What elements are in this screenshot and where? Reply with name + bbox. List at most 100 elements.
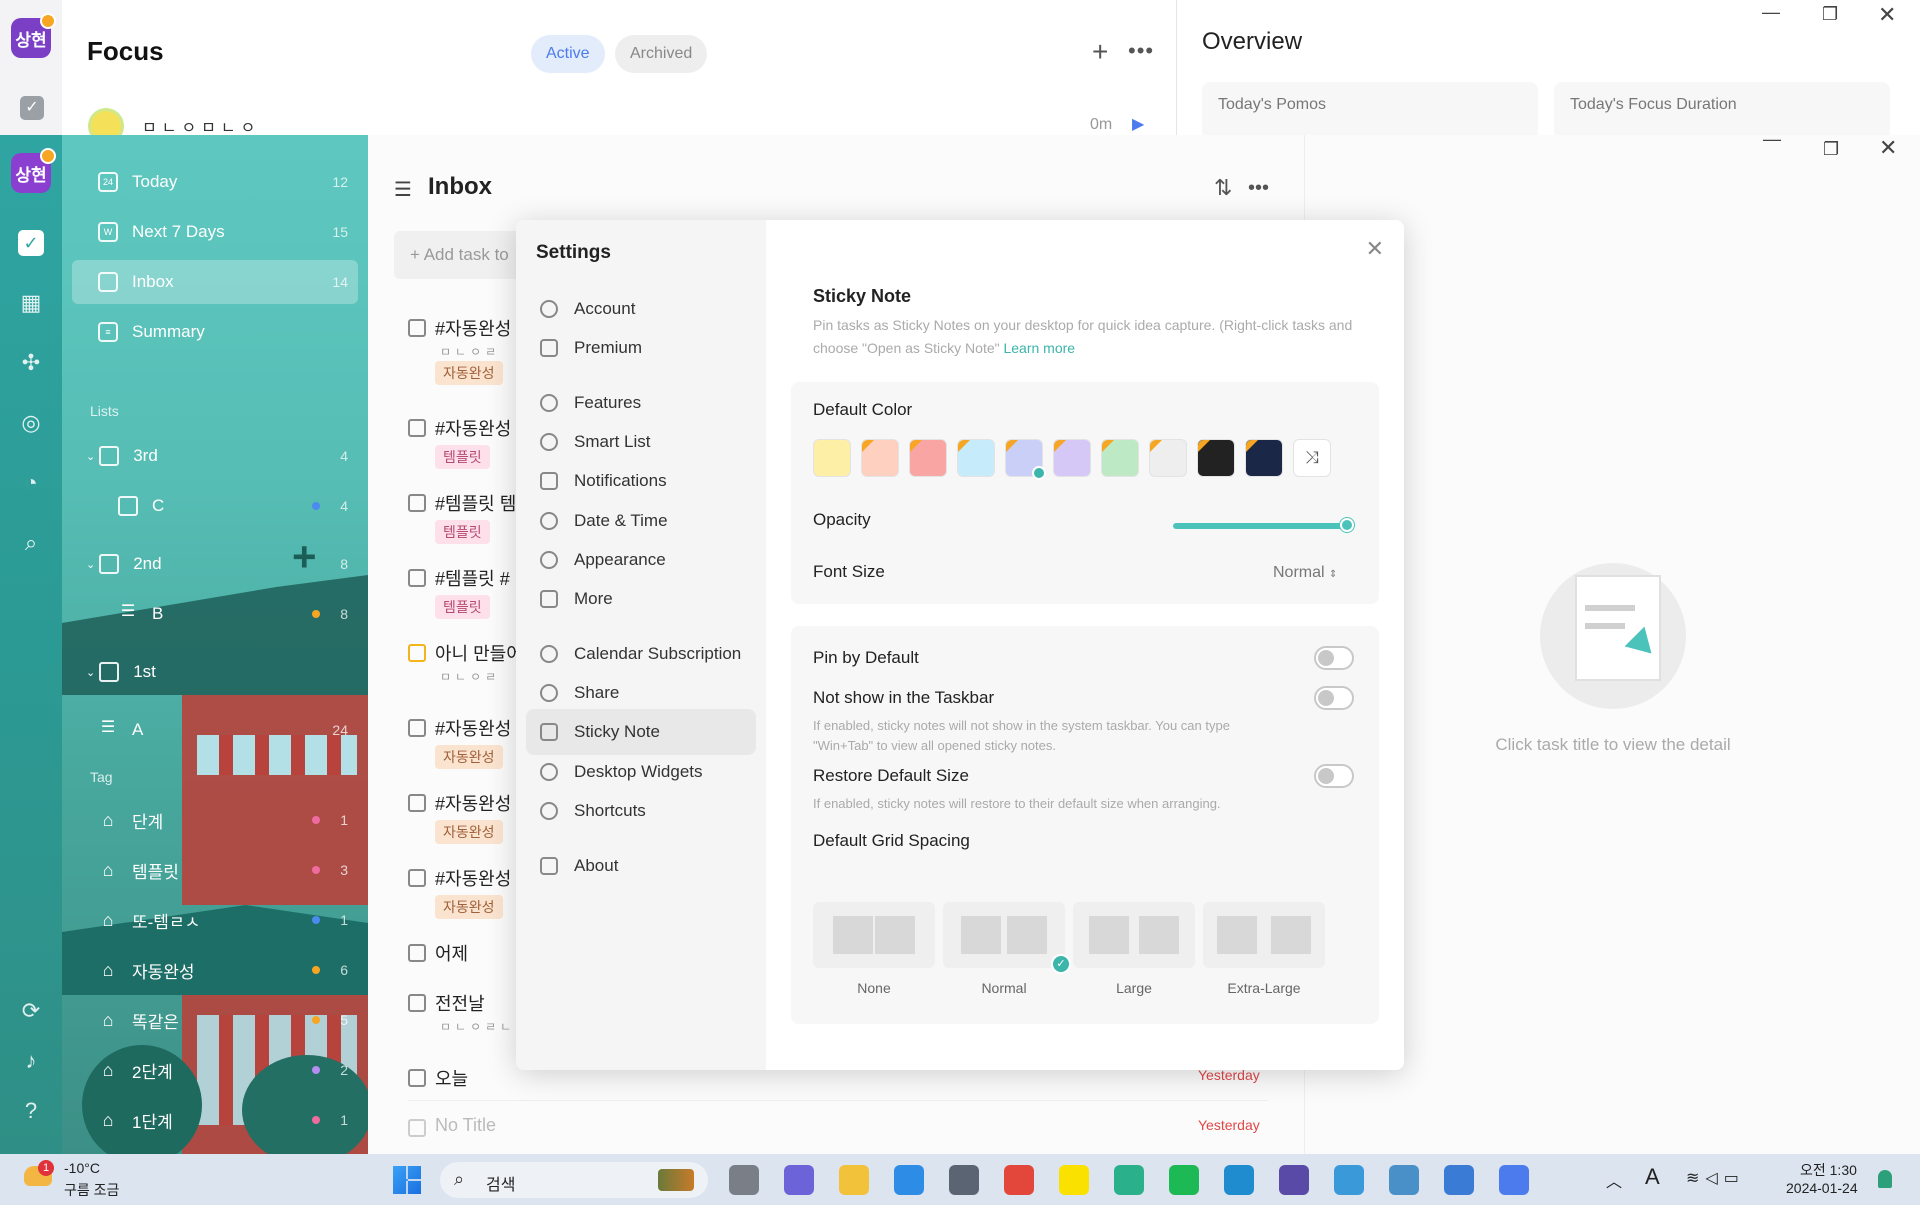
opacity-slider-track[interactable] <box>1173 523 1347 529</box>
settings-nav-about[interactable]: About <box>526 843 756 889</box>
tag-item[interactable]: ⌂ 자동완성 6 <box>72 948 358 992</box>
font-size-select[interactable]: Normal ⇕ <box>1273 564 1337 582</box>
task-checkbox[interactable] <box>408 319 426 337</box>
notepad-icon[interactable] <box>1334 1165 1364 1195</box>
meet-icon[interactable] <box>784 1165 814 1195</box>
task-checkbox[interactable] <box>408 944 426 962</box>
sidebar-item-inbox[interactable]: Inbox 14 <box>72 260 358 304</box>
sidebar-item-today[interactable]: 24 Today 12 <box>72 160 358 204</box>
search-icon[interactable]: ⌕ <box>18 530 44 556</box>
tab-archived[interactable]: Archived <box>615 35 708 73</box>
weather-temperature[interactable]: -10°C <box>64 1160 100 1176</box>
task-checkbox[interactable] <box>408 1119 426 1137</box>
color-swatch[interactable] <box>1197 439 1235 477</box>
task-tag[interactable]: 자동완성 <box>435 361 503 385</box>
tag-item[interactable]: ⌂ 똑같은 5 <box>72 998 358 1042</box>
task-checkbox[interactable] <box>408 494 426 512</box>
pomodoro-icon[interactable]: ◎ <box>18 410 44 436</box>
grid-option-extra-large[interactable] <box>1203 902 1325 968</box>
task-due-date[interactable]: Yesterday <box>1198 1117 1260 1133</box>
plus-icon[interactable]: + <box>1092 36 1108 68</box>
task-title[interactable]: #템플릿 # <box>435 565 510 591</box>
task-tag[interactable]: 자동완성 <box>435 895 503 919</box>
bell-icon[interactable]: ♪ <box>18 1048 44 1074</box>
clock-time[interactable]: 오전 1:30 <box>1800 1160 1857 1180</box>
task-title[interactable]: #자동완성 <box>435 715 511 741</box>
task-title[interactable]: 아니 만들어 <box>435 640 523 666</box>
color-swatch[interactable] <box>1053 439 1091 477</box>
color-swatch[interactable] <box>909 439 947 477</box>
restore-default-size-toggle[interactable] <box>1314 764 1354 788</box>
matrix-icon[interactable]: ✣ <box>18 350 44 376</box>
more-icon[interactable]: ••• <box>1128 38 1154 64</box>
task-title[interactable]: #자동완성 <box>435 790 511 816</box>
tasks-icon[interactable]: ✓ <box>18 230 44 256</box>
restore-icon[interactable]: ❐ <box>1823 139 1839 160</box>
task-view-icon[interactable] <box>729 1165 759 1195</box>
remote-desktop-icon[interactable] <box>1389 1165 1419 1195</box>
notification-icon[interactable] <box>1878 1170 1892 1188</box>
settings-nav-premium[interactable]: Premium <box>526 325 756 371</box>
learn-more-link[interactable]: Learn more <box>1003 340 1075 356</box>
tag-item[interactable]: ⌂ 또-템ㄹㅅ 1 <box>72 898 358 942</box>
task-checkbox[interactable] <box>408 719 426 737</box>
task-title[interactable]: #템플릿 템 <box>435 490 516 516</box>
task-title[interactable]: #자동완성 <box>435 315 511 341</box>
weather-description[interactable]: 구름 조금 <box>64 1180 119 1200</box>
spotify-icon[interactable] <box>1169 1165 1199 1195</box>
shuffle-icon[interactable]: ⤨ <box>1293 439 1331 477</box>
task-tag[interactable]: 템플릿 <box>435 520 490 544</box>
menu-icon[interactable]: ☰ <box>394 177 412 202</box>
tag-item[interactable]: ⌂ 1단계 1 <box>72 1098 358 1142</box>
task-checkbox[interactable] <box>408 644 426 662</box>
more-icon[interactable]: ••• <box>1248 177 1269 200</box>
edge-icon[interactable] <box>1224 1165 1254 1195</box>
close-icon[interactable]: ✕ <box>1879 135 1897 161</box>
play-icon[interactable]: ▶ <box>1132 114 1144 134</box>
globe-app-icon[interactable] <box>1444 1165 1474 1195</box>
habit-icon[interactable]: ◔ <box>18 470 44 496</box>
task-checkbox[interactable] <box>408 794 426 812</box>
task-title[interactable]: 오늘 <box>435 1065 468 1091</box>
minimize-icon[interactable]: — <box>1763 135 1781 150</box>
tag-item[interactable]: ⌂ 2단계 2 <box>72 1048 358 1092</box>
color-swatch[interactable] <box>1101 439 1139 477</box>
settings-nav-more[interactable]: More <box>526 576 756 622</box>
tray-icons[interactable]: ≋◁▭ <box>1686 1168 1745 1188</box>
grid-option-none[interactable] <box>813 902 935 968</box>
grid-option-normal[interactable]: ✓ <box>943 902 1071 974</box>
sync-icon[interactable]: ⟳ <box>18 998 44 1024</box>
file-explorer-icon[interactable] <box>839 1165 869 1195</box>
ime-indicator[interactable]: A <box>1645 1164 1660 1190</box>
list-item-a[interactable]: ☰ A 24 <box>72 708 358 752</box>
color-swatch[interactable] <box>1005 439 1046 480</box>
color-swatch[interactable] <box>957 439 995 477</box>
taskbar-search[interactable]: ⌕ 검색 <box>440 1162 708 1198</box>
task-checkbox[interactable] <box>408 419 426 437</box>
sidebar-item-summary[interactable]: ≡ Summary <box>72 310 358 354</box>
opacity-slider-thumb[interactable] <box>1340 518 1354 532</box>
tab-active[interactable]: Active <box>531 35 605 73</box>
tag-item[interactable]: ⌂ 템플릿 3 <box>72 848 358 892</box>
color-swatch[interactable] <box>1149 439 1187 477</box>
list-item-c[interactable]: C 4 <box>72 484 358 528</box>
tag-item[interactable]: ⌂ 단계 1 <box>72 798 358 842</box>
color-swatch[interactable] <box>1245 439 1283 477</box>
task-title[interactable]: 어제 <box>435 940 468 966</box>
list-folder-1st[interactable]: ⌄ 1st <box>72 650 358 694</box>
ticktick-icon[interactable] <box>1499 1165 1529 1195</box>
vscode-icon[interactable] <box>894 1165 924 1195</box>
grid-option-large[interactable] <box>1073 902 1195 968</box>
task-tag[interactable]: 템플릿 <box>435 445 490 469</box>
task-checkbox[interactable] <box>408 994 426 1012</box>
add-list-icon[interactable]: + <box>292 533 317 581</box>
settings-icon[interactable] <box>949 1165 979 1195</box>
task-checkbox[interactable] <box>408 869 426 887</box>
list-item-b[interactable]: ☰ B 8 <box>72 592 358 636</box>
pin-by-default-toggle[interactable] <box>1314 646 1354 670</box>
task-tag[interactable]: 자동완성 <box>435 820 503 844</box>
list-folder-3rd[interactable]: ⌄ 3rd 4 <box>72 434 358 478</box>
clock-date[interactable]: 2024-01-24 <box>1786 1180 1858 1196</box>
task-title[interactable]: No Title <box>435 1115 496 1136</box>
task-title[interactable]: #자동완성 <box>435 415 511 441</box>
